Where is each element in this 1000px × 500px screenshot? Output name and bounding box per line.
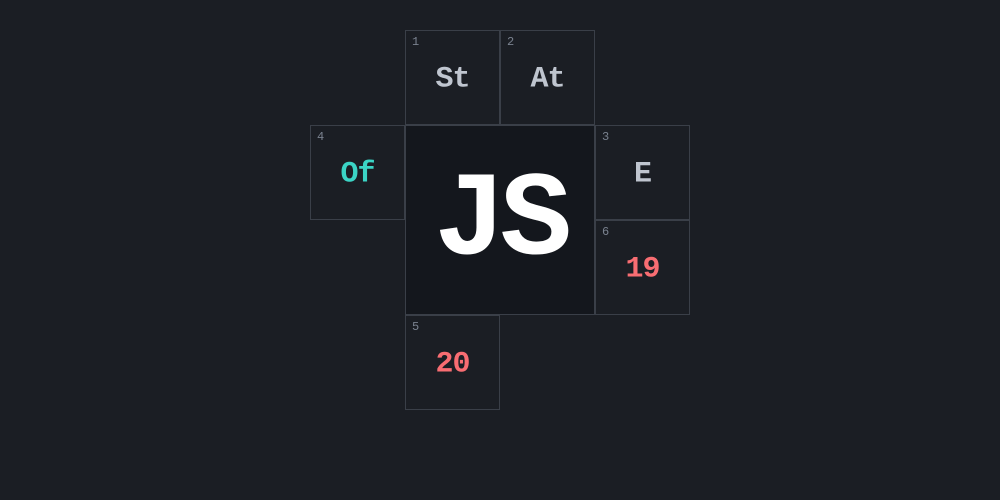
tile-st: 1 St (405, 30, 500, 125)
tile-number: 3 (602, 130, 609, 144)
tile-symbol: Of (311, 157, 404, 191)
tile-number: 1 (412, 35, 419, 49)
tile-number: 4 (317, 130, 324, 144)
tile-at: 2 At (500, 30, 595, 125)
logo-canvas: 1 St 2 At 4 Of JS 3 E 6 19 5 20 (0, 0, 1000, 500)
tile-symbol: At (501, 62, 594, 96)
tile-of: 4 Of (310, 125, 405, 220)
tile-19: 6 19 (595, 220, 690, 315)
tile-symbol: St (406, 62, 499, 96)
tile-number: 5 (412, 320, 419, 334)
tile-e: 3 E (595, 125, 690, 220)
tile-js: JS (405, 125, 595, 315)
tile-symbol: JS (406, 155, 594, 291)
tile-symbol: 20 (406, 347, 499, 381)
tile-symbol: 19 (596, 252, 689, 286)
tile-20: 5 20 (405, 315, 500, 410)
tile-number: 6 (602, 225, 609, 239)
tile-number: 2 (507, 35, 514, 49)
tile-symbol: E (596, 157, 689, 191)
